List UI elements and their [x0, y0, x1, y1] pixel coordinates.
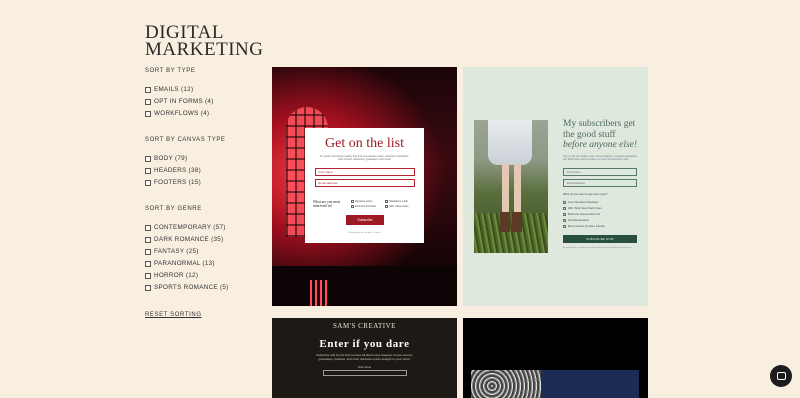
filter-group-title-canvas: SORT BY CANVAS TYPE	[145, 137, 226, 143]
checkbox[interactable]	[145, 86, 151, 93]
filter-option-footers[interactable]: FOOTERS (15)	[145, 178, 201, 187]
template-card-subscribers-good-stuff[interactable]: My subscribers get the good stuff before…	[463, 67, 648, 306]
woman-in-field-photo	[474, 120, 548, 253]
form-brand: SAM'S CREATIVE	[333, 322, 396, 330]
checkbox[interactable]	[145, 179, 151, 186]
filter-option-label: SPORTS ROMANCE (5)	[154, 284, 229, 291]
filter-option-fantasy[interactable]: FANTASY (25)	[145, 247, 199, 256]
form-check: Bonus Content, Freebies, & Extras	[563, 225, 605, 228]
checkbox[interactable]	[145, 248, 151, 255]
subscribe-button-preview: SUBSCRIBE NOW	[563, 235, 637, 243]
form-check: Cover Reveals & Giveaways	[563, 201, 598, 204]
checkbox[interactable]	[145, 98, 151, 105]
filter-option-label: DARK ROMANCE (35)	[154, 236, 224, 243]
first-name-field: First Name	[563, 168, 637, 176]
filter-option-label: HEADERS (38)	[154, 167, 201, 174]
filter-option-horror[interactable]: HORROR (12)	[145, 271, 198, 280]
filter-option-label: PARANORMAL (13)	[154, 260, 215, 267]
template-card-enter-if-you-dare[interactable]: SAM'S CREATIVE Enter if you dare Subscri…	[272, 318, 457, 398]
checkbox[interactable]	[145, 284, 151, 291]
filter-option-workflows[interactable]: WORKFLOWS (4)	[145, 109, 209, 118]
first-name-label: First name	[357, 365, 372, 369]
brand-line-2: MARKETING	[145, 39, 264, 60]
form-description: Join my list for release news, bonus cha…	[563, 155, 638, 162]
filter-option-contemporary[interactable]: CONTEMPORARY (57)	[145, 223, 226, 232]
form-check: Exclusive first looks	[351, 205, 376, 208]
filter-option-label: CONTEMPORARY (57)	[154, 224, 226, 231]
filter-option-label: HORROR (12)	[154, 272, 199, 279]
checkbox[interactable]	[145, 236, 151, 243]
filter-option-label: FANTASY (25)	[154, 248, 199, 255]
form-title: My subscribers get the good stuff before…	[563, 119, 638, 150]
form-footer: Unsubscribe at any time. Privacy	[348, 232, 381, 234]
filter-option-opt-in-forms[interactable]: OPT IN FORMS (4)	[145, 97, 214, 106]
email-field: Email address	[314, 178, 415, 187]
form-check: Romance series	[351, 200, 372, 203]
form-check: ARC / Book Street Team Invites	[563, 207, 602, 210]
engraving-artwork-image	[471, 370, 541, 398]
form-description: For goals. For being nearby, first and n…	[319, 155, 410, 162]
filter-option-label: BODY (79)	[154, 155, 188, 162]
form-title: Enter if you dare	[319, 338, 410, 350]
checkbox[interactable]	[145, 260, 151, 267]
checkbox[interactable]	[145, 155, 151, 162]
filter-option-label: OPT IN FORMS (4)	[154, 98, 214, 105]
subscribe-button-preview: Subscribe	[346, 215, 384, 225]
reset-sorting-link[interactable]: RESET SORTING	[145, 312, 202, 318]
form-check: ARC / Street team	[385, 205, 408, 208]
signup-form-preview: Get on the list For goals. For being nea…	[305, 128, 424, 243]
form-footer: By subscribing, you agree to receive ema…	[563, 247, 632, 249]
filter-option-paranormal[interactable]: PARANORMAL (13)	[145, 259, 215, 268]
filter-option-label: EMAILS (12)	[154, 86, 194, 93]
form-description: Subscribe and be the first to know all a…	[316, 353, 413, 361]
first-name-field: First name	[314, 167, 415, 176]
door-image	[310, 280, 328, 306]
form-check: Behind the Scenes Author Life	[563, 213, 600, 216]
template-card-dark[interactable]	[463, 318, 648, 398]
form-title: Get on the list	[325, 136, 404, 151]
first-name-field	[322, 370, 407, 376]
checkbox[interactable]	[145, 110, 151, 117]
blue-panel	[541, 370, 639, 398]
form-question: What are you most interested in?	[313, 200, 341, 208]
filter-option-body[interactable]: BODY (79)	[145, 154, 187, 163]
filter-option-emails[interactable]: EMAILS (12)	[145, 85, 193, 94]
form-question: What do you want to get more news?	[563, 193, 608, 196]
filter-option-dark-romance[interactable]: DARK ROMANCE (35)	[145, 235, 223, 244]
filter-option-label: WORKFLOWS (4)	[154, 110, 210, 117]
chat-bubble-icon	[776, 372, 786, 380]
chat-launcher-button[interactable]	[770, 365, 792, 387]
brand-logo[interactable]: DIGITAL MARKETING	[145, 23, 264, 60]
checkbox[interactable]	[145, 224, 151, 231]
email-field: Email Address	[563, 179, 637, 187]
filter-group-title-genre: SORT BY GENRE	[145, 206, 202, 212]
checkbox[interactable]	[145, 272, 151, 279]
filter-group-title-type: SORT BY TYPE	[145, 68, 196, 74]
template-card-get-on-the-list[interactable]: Get on the list For goals. For being nea…	[272, 67, 457, 306]
form-check: New Release Alerts	[563, 219, 589, 222]
filter-option-sports-romance[interactable]: SPORTS ROMANCE (5)	[145, 283, 229, 292]
card-floor-image	[272, 266, 457, 306]
form-check: Standalone reads	[385, 200, 408, 203]
filter-option-label: FOOTERS (15)	[154, 179, 201, 186]
filter-option-headers[interactable]: HEADERS (38)	[145, 166, 201, 175]
checkbox[interactable]	[145, 167, 151, 174]
